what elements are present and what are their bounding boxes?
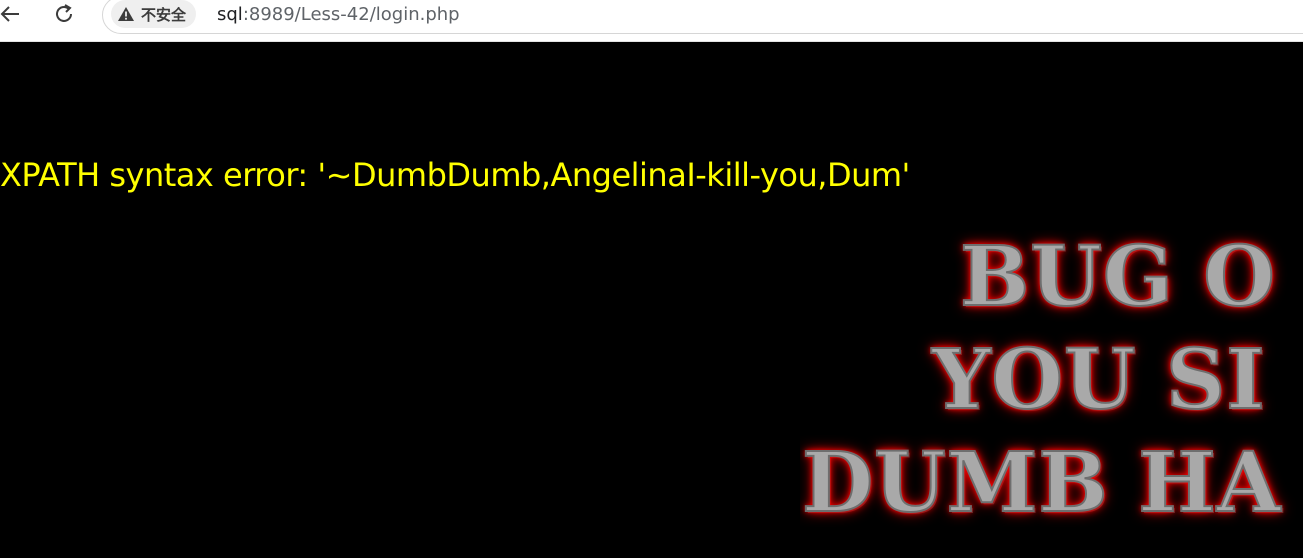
reload-button[interactable] (50, 0, 78, 28)
url-host: sql (217, 4, 243, 25)
banner-line-2: YOU SI (931, 332, 1266, 428)
url-path: :8989/Less-42/login.php (242, 4, 460, 25)
security-indicator[interactable]: 不安全 (111, 0, 197, 28)
reload-icon (56, 4, 72, 22)
warning-triangle-icon (118, 7, 134, 21)
address-bar[interactable]: 不安全 sql:8989/Less-42/login.php (102, 0, 1303, 34)
banner-line-3: DUMB HA (801, 435, 1282, 531)
back-button[interactable] (0, 0, 24, 28)
page-content: XPATH syntax error: '~DumbDumb,AngelinaI… (0, 42, 1303, 558)
arrow-left-icon (0, 6, 19, 22)
banner-line-1: BUG O (959, 230, 1276, 325)
error-message: XPATH syntax error: '~DumbDumb,AngelinaI… (0, 156, 910, 194)
banner-image: BUG O YOU SI DUMB HA (800, 230, 1303, 558)
security-label: 不安全 (141, 5, 187, 24)
url-text[interactable]: sql:8989/Less-42/login.php (217, 1, 460, 29)
browser-toolbar: 不安全 sql:8989/Less-42/login.php (0, 0, 1303, 42)
